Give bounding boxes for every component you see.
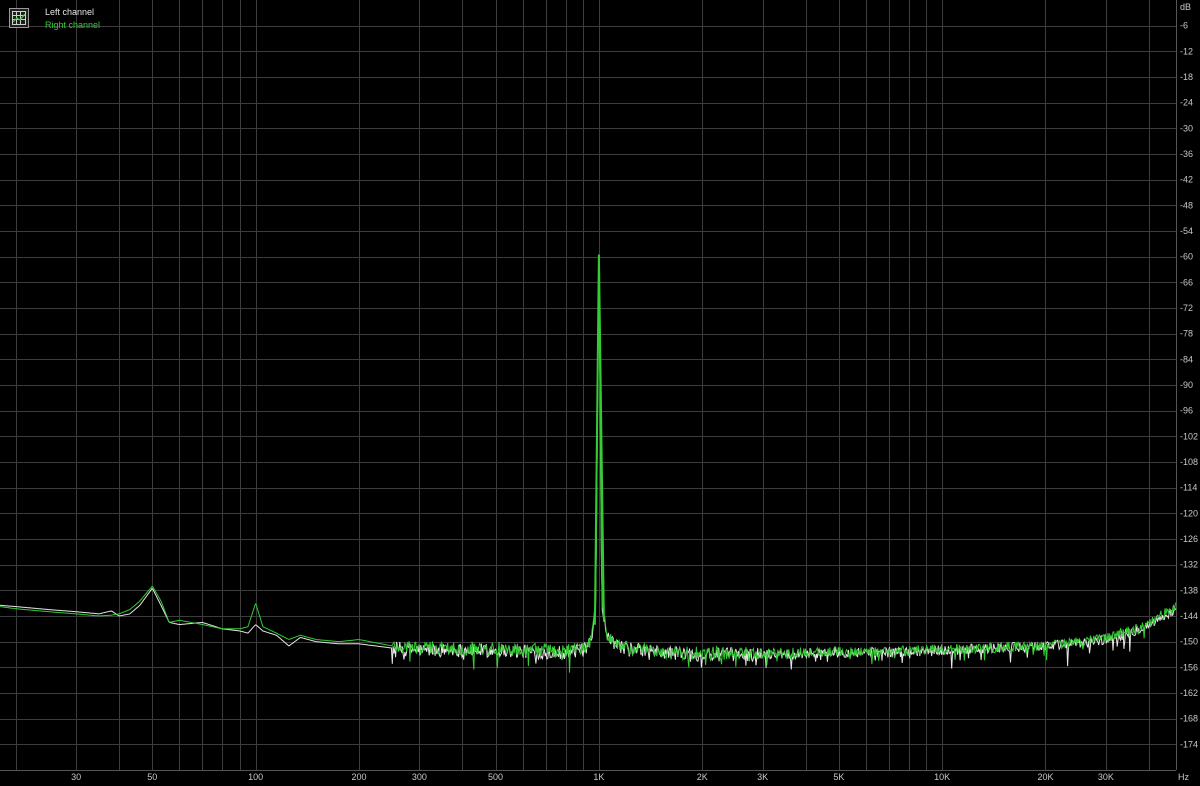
x-tick-label: 2K	[697, 772, 708, 782]
y-tick-label: -36	[1180, 149, 1193, 159]
x-tick-label: 1K	[593, 772, 604, 782]
y-tick-label: -138	[1180, 585, 1198, 595]
legend-grid-icon	[12, 11, 26, 25]
y-tick-label: -114	[1180, 483, 1197, 493]
x-tick-label: 100	[248, 772, 263, 782]
x-tick-label: 5K	[833, 772, 844, 782]
y-tick-label: -18	[1180, 72, 1193, 82]
x-tick-label: 200	[351, 772, 366, 782]
x-axis-unit-label: Hz	[1178, 772, 1189, 782]
x-tick-label: 20K	[1037, 772, 1053, 782]
y-tick-label: -78	[1180, 329, 1193, 339]
y-tick-label: -48	[1180, 200, 1193, 210]
y-tick-label: -90	[1180, 380, 1193, 390]
y-tick-label: -102	[1180, 431, 1198, 441]
y-axis-unit-label: dB	[1180, 2, 1191, 12]
y-tick-label: -168	[1180, 714, 1198, 724]
y-tick-label: -174	[1180, 739, 1198, 749]
x-tick-label: 500	[488, 772, 503, 782]
y-tick-label: -54	[1180, 226, 1193, 236]
x-tick-label: 300	[412, 772, 427, 782]
y-tick-label: -96	[1180, 406, 1193, 416]
y-tick-label: -144	[1180, 611, 1198, 621]
y-tick-label: -84	[1180, 354, 1193, 364]
legend-right-channel: Right channel	[45, 20, 101, 30]
spectrum-chart: -6 -12 -18 -24 -30 -36 -42 -48 -54 -60 -66 -72 -78 -8…	[0, 0, 1200, 786]
x-tick-label: 50	[147, 772, 157, 782]
y-tick-label: -126	[1180, 534, 1198, 544]
x-tick-label: 10K	[934, 772, 950, 782]
x-tick-label: 30K	[1098, 772, 1114, 782]
y-tick-label: -150	[1180, 637, 1198, 647]
y-tick-label: -108	[1180, 457, 1198, 467]
x-tick-label: 3K	[757, 772, 768, 782]
y-tick-label: -24	[1180, 98, 1193, 108]
y-tick-label: -156	[1180, 662, 1198, 672]
y-tick-label: -6	[1180, 21, 1188, 31]
y-tick-label: -66	[1180, 277, 1193, 287]
y-tick-label: -60	[1180, 252, 1193, 262]
y-tick-label: -12	[1180, 46, 1193, 56]
legend-left-channel: Left channel	[45, 7, 95, 17]
y-tick-label: -162	[1180, 688, 1198, 698]
x-tick-label: 30	[71, 772, 81, 782]
y-tick-label: -72	[1180, 303, 1193, 313]
y-tick-label: -30	[1180, 123, 1193, 133]
y-tick-label: -132	[1180, 560, 1198, 570]
y-tick-label: -42	[1180, 175, 1193, 185]
y-tick-label: -120	[1180, 508, 1198, 518]
legend-toggle-button[interactable]	[9, 8, 29, 28]
